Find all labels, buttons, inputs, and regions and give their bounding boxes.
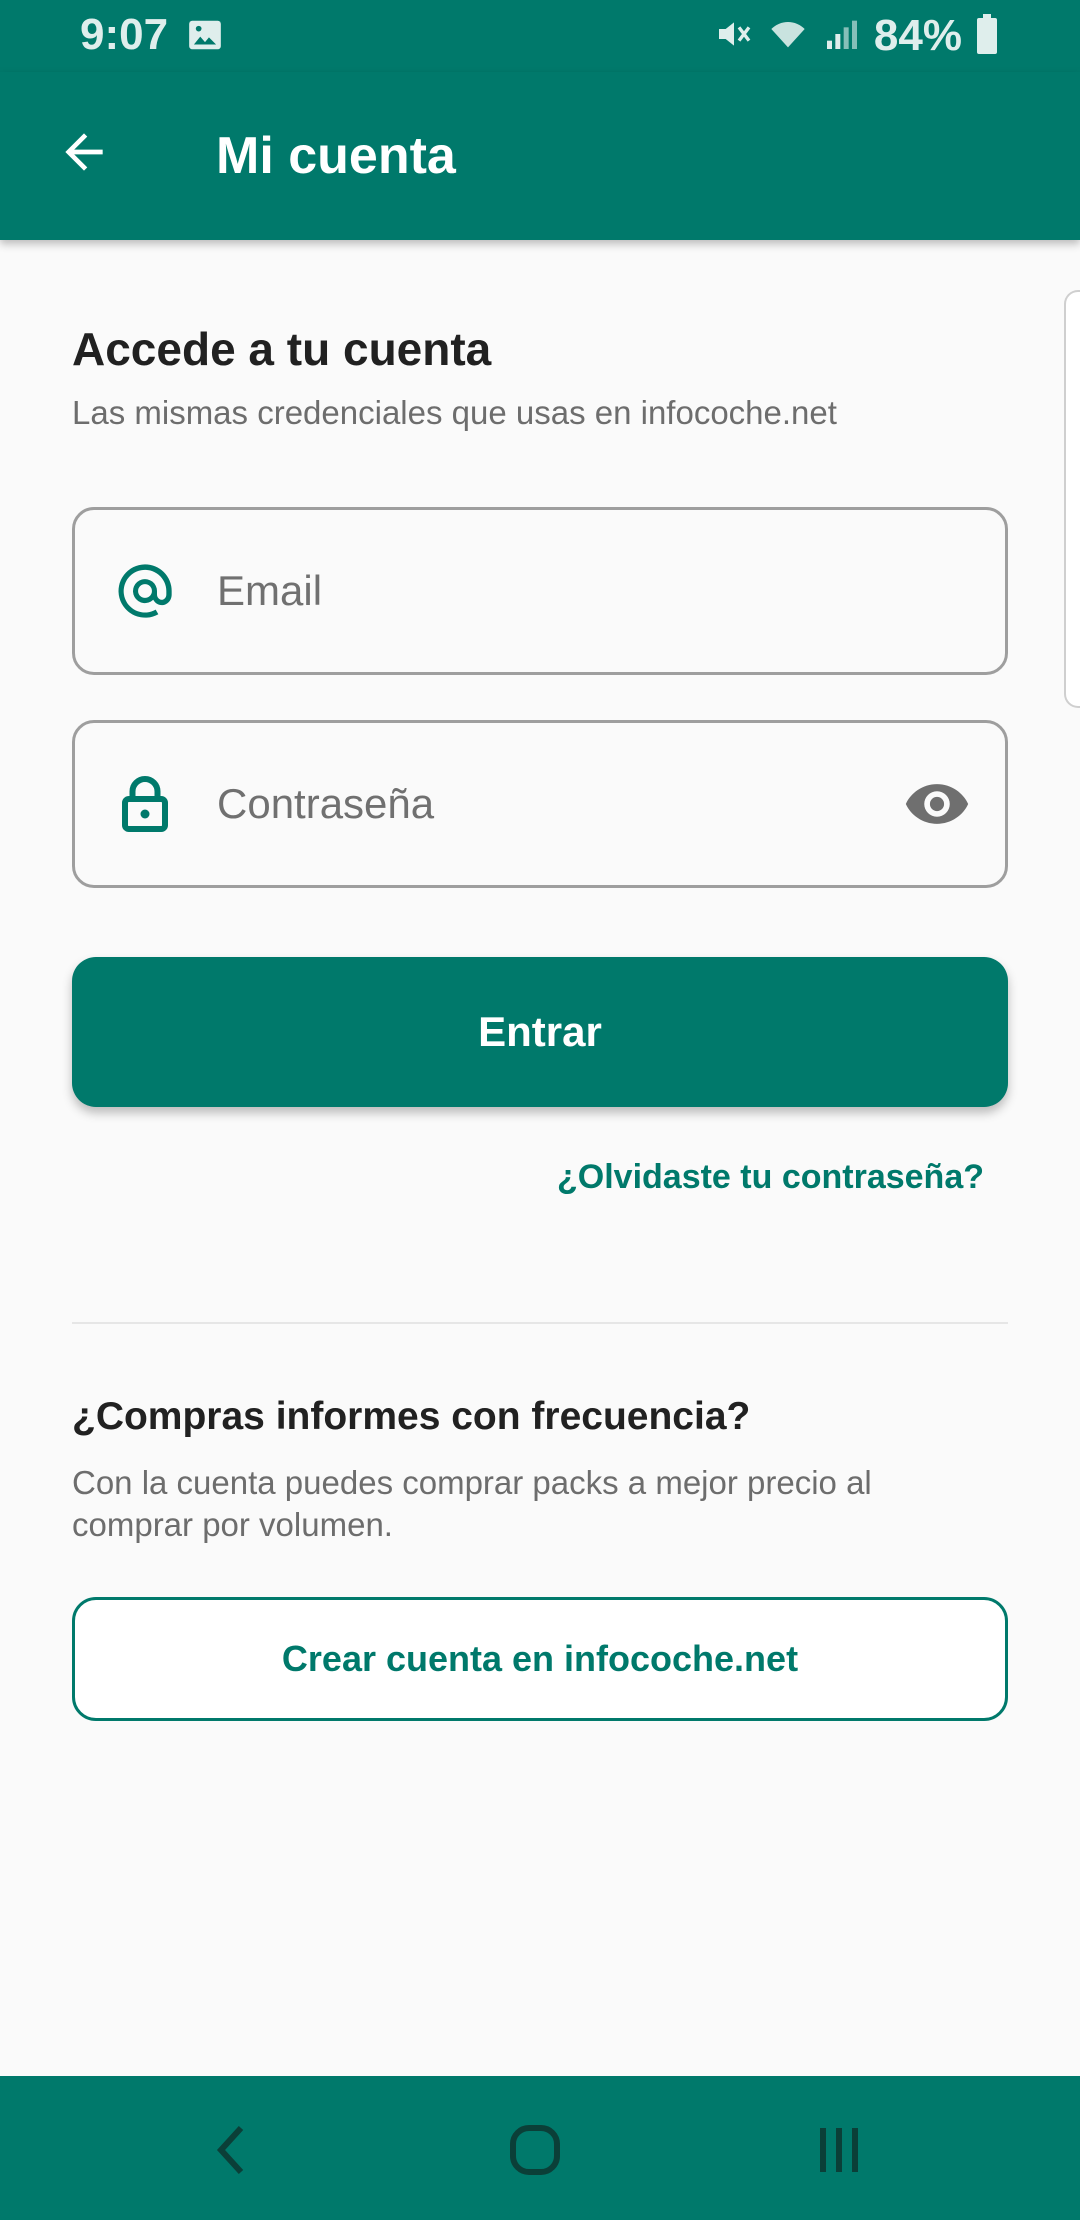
status-time: 9:07 [80, 10, 169, 59]
at-sign-icon [113, 559, 177, 623]
battery-percent: 84% [873, 11, 962, 60]
nav-home-icon [507, 2122, 563, 2183]
gallery-icon [186, 16, 224, 59]
status-icons: 84% [714, 10, 1000, 62]
back-button[interactable] [52, 122, 116, 186]
login-heading: Accede a tu cuenta [72, 323, 492, 375]
mute-icon [714, 14, 754, 59]
create-account-button[interactable]: Crear cuenta en infocoche.net [72, 1597, 1008, 1721]
password-input[interactable] [217, 723, 817, 885]
section-divider [72, 1322, 1008, 1324]
lock-icon [113, 772, 177, 836]
status-bar: 9:07 84% [0, 0, 1080, 72]
login-button[interactable]: Entrar [72, 957, 1008, 1107]
nav-recents-button[interactable] [794, 2112, 884, 2192]
email-field[interactable] [72, 507, 1008, 675]
email-input[interactable] [217, 510, 817, 672]
wifi-icon [766, 14, 810, 59]
page-title: Mi cuenta [216, 127, 456, 185]
signup-heading: ¿Compras informes con frecuencia? [72, 1395, 751, 1438]
system-nav-bar [0, 2076, 1080, 2220]
nav-back-button[interactable] [188, 2112, 278, 2192]
nav-back-icon [213, 2122, 253, 2183]
eye-icon[interactable] [903, 770, 971, 838]
app-bar: Mi cuenta [0, 72, 1080, 240]
login-subheading: Las mismas credenciales que usas en info… [72, 394, 837, 431]
password-field[interactable] [72, 720, 1008, 888]
forgot-password-link[interactable]: ¿Olvidaste tu contraseña? [557, 1158, 984, 1197]
battery-icon [974, 13, 1000, 59]
nav-recents-icon [815, 2124, 863, 2181]
signal-icon [822, 14, 862, 59]
side-panel-edge[interactable] [1064, 290, 1080, 708]
arrow-left-icon [56, 124, 112, 185]
nav-home-button[interactable] [490, 2112, 580, 2192]
signup-description: Con la cuenta puedes comprar packs a mej… [72, 1464, 872, 1543]
